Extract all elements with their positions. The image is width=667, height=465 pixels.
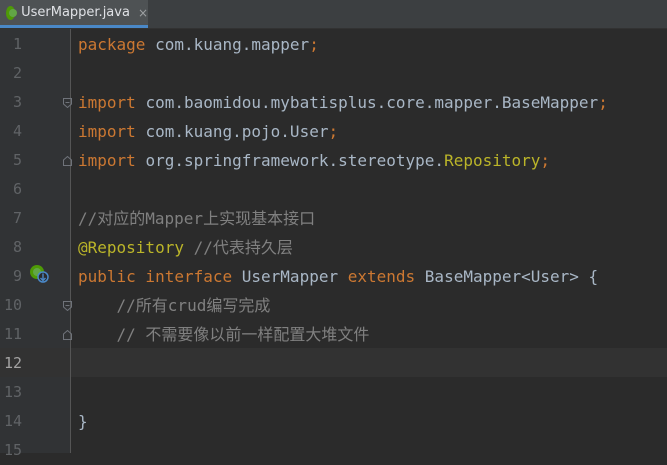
code-line[interactable]: } [78, 407, 88, 436]
code-line[interactable]: import com.baomidou.mybatisplus.core.map… [78, 88, 608, 117]
code-line[interactable]: // 不需要像以前一样配置大堆文件 [78, 320, 370, 349]
code-token: extends [347, 267, 425, 286]
code-line[interactable]: //所有crud编写完成 [78, 291, 271, 320]
code-line[interactable]: //对应的Mapper上实现基本接口 [78, 204, 315, 233]
code-line[interactable]: package com.kuang.mapper; [78, 30, 319, 59]
code-token: com.baomidou.mybatisplus.core.mapper.Bas… [145, 93, 599, 112]
line-number: 9 [12, 267, 22, 285]
line-number: 3 [12, 93, 22, 111]
fold-marker-icon[interactable] [63, 301, 72, 311]
fold-marker-icon[interactable] [63, 98, 72, 108]
line-number: 14 [3, 412, 22, 430]
code-token: org.springframework.stereotype. [145, 151, 445, 170]
code-line[interactable]: public interface UserMapper extends Base… [78, 262, 598, 291]
line-number: 15 [3, 441, 22, 459]
line-number: 7 [12, 209, 22, 227]
code-token: import [78, 93, 146, 112]
code-token: UserMapper [241, 267, 348, 286]
code-token: ; [540, 151, 551, 170]
line-number: 4 [12, 122, 22, 140]
editor-tab-bar: UserMapper.java × [0, 0, 667, 29]
code-token: //对应的Mapper上实现基本接口 [78, 209, 316, 228]
line-number: 2 [12, 64, 22, 82]
code-token: package [78, 35, 156, 54]
code-line[interactable]: import com.kuang.pojo.User; [78, 117, 338, 146]
code-token: // 不需要像以前一样配置大堆文件 [78, 325, 370, 344]
code-token: com.kuang.mapper [155, 35, 310, 54]
code-token: BaseMapper<User> { [424, 267, 599, 286]
code-token: import [78, 122, 146, 141]
code-token: com.kuang.pojo.User [145, 122, 329, 141]
code-line[interactable]: @Repository //代表持久层 [78, 233, 293, 262]
line-number: 12 [3, 354, 22, 372]
line-number: 1 [12, 35, 22, 53]
tab-label: UserMapper.java [21, 5, 130, 20]
code-token: public interface [78, 267, 242, 286]
implementing-method-icon[interactable] [28, 262, 50, 284]
java-class-icon [6, 5, 18, 20]
close-icon[interactable]: × [138, 6, 148, 20]
code-token: ; [598, 93, 608, 112]
code-token: @Repository [78, 238, 184, 257]
code-token: } [78, 412, 88, 431]
code-token: //代表持久层 [193, 238, 293, 257]
line-number: 5 [12, 151, 22, 169]
tab-usermapper[interactable]: UserMapper.java × [0, 0, 148, 28]
line-number: 13 [3, 383, 22, 401]
code-editor[interactable]: 1 package com.kuang.mapper; 2 3 import com.b… [0, 29, 667, 459]
code-line[interactable]: import org.springframework.stereotype.Re… [78, 146, 550, 175]
line-number: 11 [3, 325, 22, 343]
code-token: ; [309, 35, 319, 54]
line-number: 8 [12, 238, 22, 256]
code-token: //所有crud编写完成 [78, 296, 271, 315]
line-number: 6 [12, 180, 22, 198]
fold-marker-icon[interactable] [63, 156, 72, 166]
code-token: import [78, 151, 146, 170]
line-number: 10 [3, 296, 22, 314]
code-token: ; [328, 122, 339, 141]
code-token: Repository [444, 151, 541, 170]
fold-marker-icon[interactable] [63, 330, 72, 340]
